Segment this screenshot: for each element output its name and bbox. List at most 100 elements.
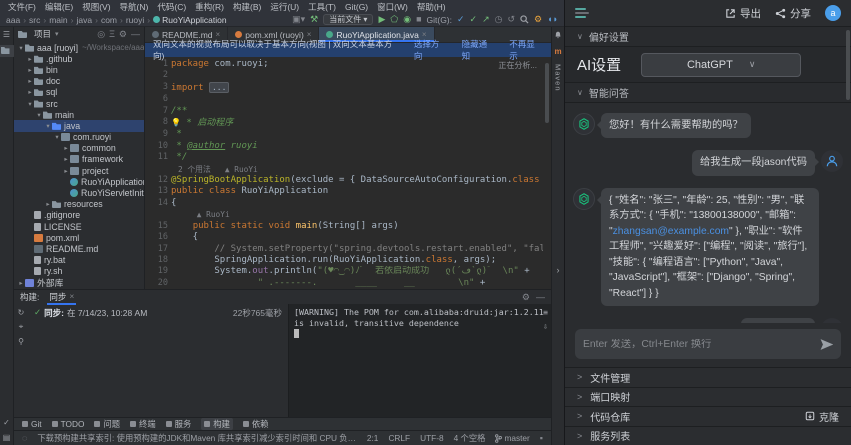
chat-input[interactable] <box>583 339 814 350</box>
tree-collapse-icon[interactable]: ▾ <box>35 111 43 119</box>
indent-setting[interactable]: 4 个空格 <box>454 432 486 444</box>
inlay-hint[interactable]: ▲ RuoYi <box>178 209 543 220</box>
tree-item-ruoyiservletinitializer[interactable]: RuoYiServletInitializer <box>14 187 144 198</box>
panel-menu-icon[interactable] <box>575 8 589 18</box>
tree-expand-icon[interactable]: ▸ <box>26 77 34 85</box>
caret-position[interactable]: 2:1 <box>367 433 379 443</box>
breadcrumb-item[interactable]: main <box>49 15 67 25</box>
git-commit-icon[interactable]: ✓ <box>470 15 478 24</box>
toolwindow-服务[interactable]: 服务 <box>166 418 192 430</box>
profile-icon[interactable]: ▣▾ <box>292 15 305 24</box>
project-panel-title[interactable]: 项目 <box>34 28 51 40</box>
run-icon[interactable]: ▶ <box>378 15 385 24</box>
tree-expand-icon[interactable]: ▸ <box>26 88 34 96</box>
tree-item-pomxml[interactable]: pom.xml <box>14 232 144 243</box>
stripe-menu-icon[interactable]: ☰ <box>3 30 10 39</box>
tree-item-resources[interactable]: ▸resources <box>14 199 144 210</box>
tree-item-rysh[interactable]: ry.sh <box>14 266 144 277</box>
tree-item-外部库[interactable]: ▸外部库 <box>14 277 144 288</box>
notifications-bell-icon[interactable] <box>554 31 562 39</box>
breadcrumb-item[interactable]: src <box>29 15 40 25</box>
tree-item-rybat[interactable]: ry.bat <box>14 255 144 266</box>
expand-panel-chevron[interactable]: › <box>557 265 560 275</box>
settings-gear-icon[interactable]: ⚙ <box>534 15 542 24</box>
stripe-structure-icon[interactable]: ▤ <box>3 433 11 442</box>
breadcrumb-item[interactable]: aaa <box>6 15 20 25</box>
build-minimize-icon[interactable]: — <box>536 293 545 302</box>
scroll-end-icon[interactable]: ⇩ <box>543 321 548 332</box>
tree-item-framework[interactable]: ▸framework <box>14 154 144 165</box>
share-button[interactable]: 分享 <box>775 6 811 21</box>
tree-expand-icon[interactable]: ▸ <box>17 279 25 287</box>
tree-item-main[interactable]: ▾main <box>14 109 144 120</box>
tree-expand-icon[interactable]: ▸ <box>44 200 52 208</box>
breadcrumb-current[interactable]: RuoYiApplication <box>153 15 226 25</box>
build-tab-sync[interactable]: 同步× <box>47 290 76 305</box>
tree-item-doc[interactable]: ▸doc <box>14 76 144 87</box>
inlay-hint[interactable]: 2 个用法 ▲ RuoYi <box>178 164 543 175</box>
section-服务列表[interactable]: >服务列表 <box>565 426 851 445</box>
hide-panel-icon[interactable]: — <box>131 30 140 39</box>
menu-item[interactable]: 导航(N) <box>120 1 149 13</box>
toolwindow-构建[interactable]: 构建 <box>201 418 233 430</box>
notifications-icon[interactable]: ◖◗ <box>547 15 558 24</box>
locate-icon[interactable]: ◎ <box>97 30 105 39</box>
intention-bulb-icon[interactable]: 💡 <box>171 118 181 127</box>
git-update-icon[interactable]: ✓ <box>457 15 465 24</box>
menu-item[interactable]: 帮助(H) <box>417 1 446 13</box>
tree-item-java[interactable]: ▾java <box>14 120 144 131</box>
tree-item-bin[interactable]: ▸bin <box>14 64 144 75</box>
menu-item[interactable]: 视图(V) <box>82 1 110 13</box>
email-link[interactable]: zhangsan@example.com <box>613 226 729 237</box>
ai-panel-scrollbar[interactable] <box>846 30 850 100</box>
menu-item[interactable]: 构建(B) <box>233 1 261 13</box>
section-文件管理[interactable]: >文件管理 <box>565 367 851 387</box>
toolwindow-问题[interactable]: 问题 <box>94 418 120 430</box>
toolwindow-git[interactable]: Git <box>22 419 42 429</box>
status-message[interactable]: 下载预构建共享索引: 使用预构建的JDK和Maven 库共享索引减少索引时间和 … <box>37 432 357 444</box>
tree-item-gitignore[interactable]: .gitignore <box>14 210 144 221</box>
tree-item-license[interactable]: LICENSE <box>14 221 144 232</box>
tree-expand-icon[interactable]: ▸ <box>26 55 34 63</box>
tree-expand-icon[interactable]: ▸ <box>62 144 70 152</box>
tree-collapse-icon[interactable]: ▾ <box>44 122 52 130</box>
maven-tool-window-label[interactable]: Maven <box>554 64 563 92</box>
stripe-project-icon[interactable] <box>0 45 15 57</box>
breadcrumb-item[interactable]: ruoyi <box>126 15 144 25</box>
tree-expand-icon[interactable]: ▸ <box>26 66 34 74</box>
menu-item[interactable]: 文件(F) <box>8 1 36 13</box>
debug-icon[interactable]: ⬠ <box>390 15 398 24</box>
menu-item[interactable]: 重构(R) <box>195 1 224 13</box>
tree-item-readmemd[interactable]: README.md <box>14 243 144 254</box>
send-icon[interactable] <box>820 338 833 351</box>
coverage-icon[interactable]: ◉ <box>403 15 411 24</box>
toolwindow-依赖[interactable]: 依赖 <box>243 418 269 430</box>
menu-item[interactable]: 编辑(E) <box>45 1 73 13</box>
menu-item[interactable]: Git(G) <box>345 2 368 12</box>
build-console[interactable]: [WARNING] The POM for com.alibaba:druid:… <box>288 304 551 417</box>
tree-item-sql[interactable]: ▸sql <box>14 87 144 98</box>
toolwindow-todo[interactable]: TODO <box>52 419 85 429</box>
run-config-dropdown[interactable]: 当前文件 ▾ <box>323 14 373 25</box>
tree-item-github[interactable]: ▸.github <box>14 53 144 64</box>
export-button[interactable]: 导出 <box>725 6 761 21</box>
tree-collapse-icon[interactable]: ▾ <box>53 133 61 141</box>
collapse-all-icon[interactable]: Ξ <box>109 30 115 39</box>
history-icon[interactable]: ◷ <box>495 15 503 24</box>
line-separator[interactable]: CRLF <box>388 433 410 443</box>
search-everywhere-icon[interactable] <box>520 15 529 24</box>
breadcrumb[interactable]: aaa›src›main›java›com›ruoyi›RuoYiApplica… <box>6 15 227 25</box>
qa-section-header[interactable]: ∨ 智能问答 <box>565 83 851 103</box>
tree-expand-icon[interactable]: ▸ <box>62 167 70 175</box>
stripe-commit-icon[interactable]: ✓ <box>3 418 10 427</box>
tree-item-src[interactable]: ▾src <box>14 98 144 109</box>
close-icon[interactable]: × <box>69 291 74 303</box>
editor-scrollbar[interactable] <box>543 57 551 289</box>
tree-item-comruoyi[interactable]: ▾com.ruoyi <box>14 132 144 143</box>
chat-message-list[interactable]: 您好！有什么需要帮助的吗？给我生成一段jason代码{ "姓名": "张三", … <box>565 103 851 323</box>
resync-icon[interactable]: ↻ <box>18 308 25 317</box>
tree-item-project[interactable]: ▸project <box>14 165 144 176</box>
breadcrumb-item[interactable]: java <box>77 15 93 25</box>
user-avatar[interactable]: a <box>825 5 841 21</box>
tree-item-aaaruoyi[interactable]: ▾aaa [ruoyi]~/Workspace/aaa <box>14 42 144 53</box>
